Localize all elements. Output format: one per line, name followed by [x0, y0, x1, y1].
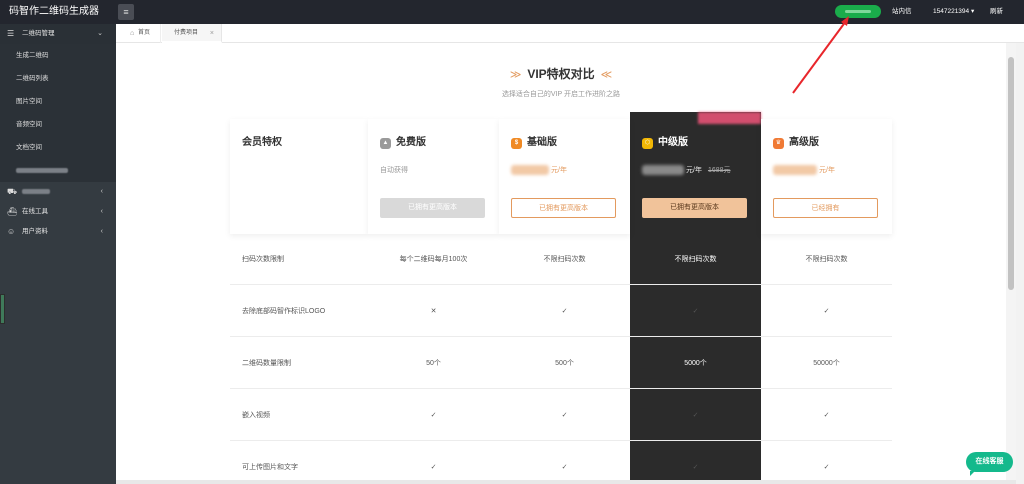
- arrow-line: [792, 20, 847, 94]
- annotation-arrow-icon: [792, 16, 849, 94]
- online-service-button[interactable]: 在线客服: [966, 452, 1013, 476]
